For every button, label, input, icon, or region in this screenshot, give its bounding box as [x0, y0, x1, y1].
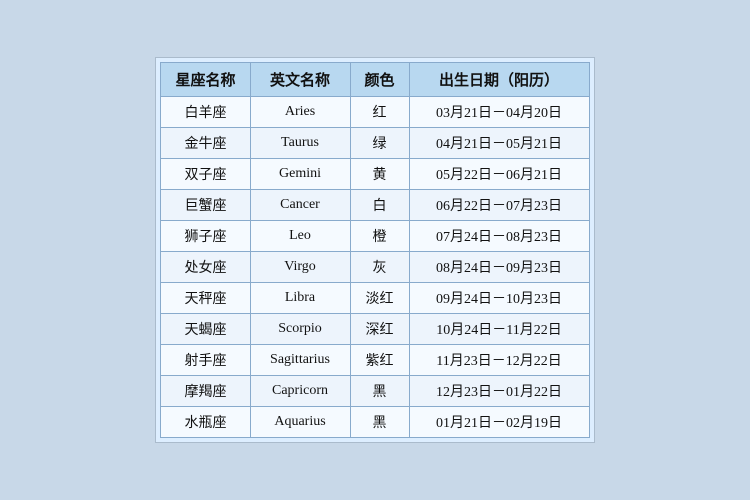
cell-date: 04月21日－05月21日 — [409, 128, 589, 159]
cell-date: 07月24日－08月23日 — [409, 221, 589, 252]
cell-color: 白 — [350, 190, 409, 221]
cell-date: 09月24日－10月23日 — [409, 283, 589, 314]
table-row: 天蝎座Scorpio深红10月24日－11月22日 — [161, 314, 589, 345]
cell-english: Capricorn — [250, 376, 350, 407]
cell-color: 红 — [350, 97, 409, 128]
header-english: 英文名称 — [250, 63, 350, 97]
table-row: 摩羯座Capricorn黑12月23日－01月22日 — [161, 376, 589, 407]
table-row: 巨蟹座Cancer白06月22日－07月23日 — [161, 190, 589, 221]
cell-chinese: 金牛座 — [161, 128, 250, 159]
header-color: 颜色 — [350, 63, 409, 97]
header-chinese: 星座名称 — [161, 63, 250, 97]
cell-date: 03月21日－04月20日 — [409, 97, 589, 128]
cell-color: 紫红 — [350, 345, 409, 376]
header-date: 出生日期（阳历） — [409, 63, 589, 97]
cell-english: Aries — [250, 97, 350, 128]
table-header-row: 星座名称 英文名称 颜色 出生日期（阳历） — [161, 63, 589, 97]
table-row: 天秤座Libra淡红09月24日－10月23日 — [161, 283, 589, 314]
cell-date: 10月24日－11月22日 — [409, 314, 589, 345]
table-row: 处女座Virgo灰08月24日－09月23日 — [161, 252, 589, 283]
cell-date: 08月24日－09月23日 — [409, 252, 589, 283]
cell-chinese: 天蝎座 — [161, 314, 250, 345]
cell-date: 01月21日－02月19日 — [409, 407, 589, 438]
table-row: 白羊座Aries红03月21日－04月20日 — [161, 97, 589, 128]
table-row: 射手座Sagittarius紫红11月23日－12月22日 — [161, 345, 589, 376]
cell-chinese: 天秤座 — [161, 283, 250, 314]
cell-chinese: 白羊座 — [161, 97, 250, 128]
cell-date: 12月23日－01月22日 — [409, 376, 589, 407]
table-row: 水瓶座Aquarius黑01月21日－02月19日 — [161, 407, 589, 438]
cell-english: Cancer — [250, 190, 350, 221]
cell-date: 11月23日－12月22日 — [409, 345, 589, 376]
cell-color: 淡红 — [350, 283, 409, 314]
table-row: 双子座Gemini黄05月22日－06月21日 — [161, 159, 589, 190]
cell-chinese: 摩羯座 — [161, 376, 250, 407]
cell-english: Virgo — [250, 252, 350, 283]
cell-english: Gemini — [250, 159, 350, 190]
cell-color: 灰 — [350, 252, 409, 283]
cell-color: 黄 — [350, 159, 409, 190]
table-row: 狮子座Leo橙07月24日－08月23日 — [161, 221, 589, 252]
cell-chinese: 狮子座 — [161, 221, 250, 252]
cell-color: 深红 — [350, 314, 409, 345]
cell-chinese: 射手座 — [161, 345, 250, 376]
cell-chinese: 巨蟹座 — [161, 190, 250, 221]
table-row: 金牛座Taurus绿04月21日－05月21日 — [161, 128, 589, 159]
cell-color: 黑 — [350, 407, 409, 438]
zodiac-table: 星座名称 英文名称 颜色 出生日期（阳历） 白羊座Aries红03月21日－04… — [160, 62, 589, 438]
cell-date: 05月22日－06月21日 — [409, 159, 589, 190]
cell-chinese: 处女座 — [161, 252, 250, 283]
cell-color: 黑 — [350, 376, 409, 407]
cell-color: 橙 — [350, 221, 409, 252]
cell-english: Aquarius — [250, 407, 350, 438]
cell-english: Scorpio — [250, 314, 350, 345]
cell-date: 06月22日－07月23日 — [409, 190, 589, 221]
cell-color: 绿 — [350, 128, 409, 159]
cell-chinese: 水瓶座 — [161, 407, 250, 438]
cell-english: Taurus — [250, 128, 350, 159]
cell-english: Leo — [250, 221, 350, 252]
cell-english: Libra — [250, 283, 350, 314]
zodiac-table-container: 星座名称 英文名称 颜色 出生日期（阳历） 白羊座Aries红03月21日－04… — [155, 57, 594, 443]
cell-chinese: 双子座 — [161, 159, 250, 190]
cell-english: Sagittarius — [250, 345, 350, 376]
